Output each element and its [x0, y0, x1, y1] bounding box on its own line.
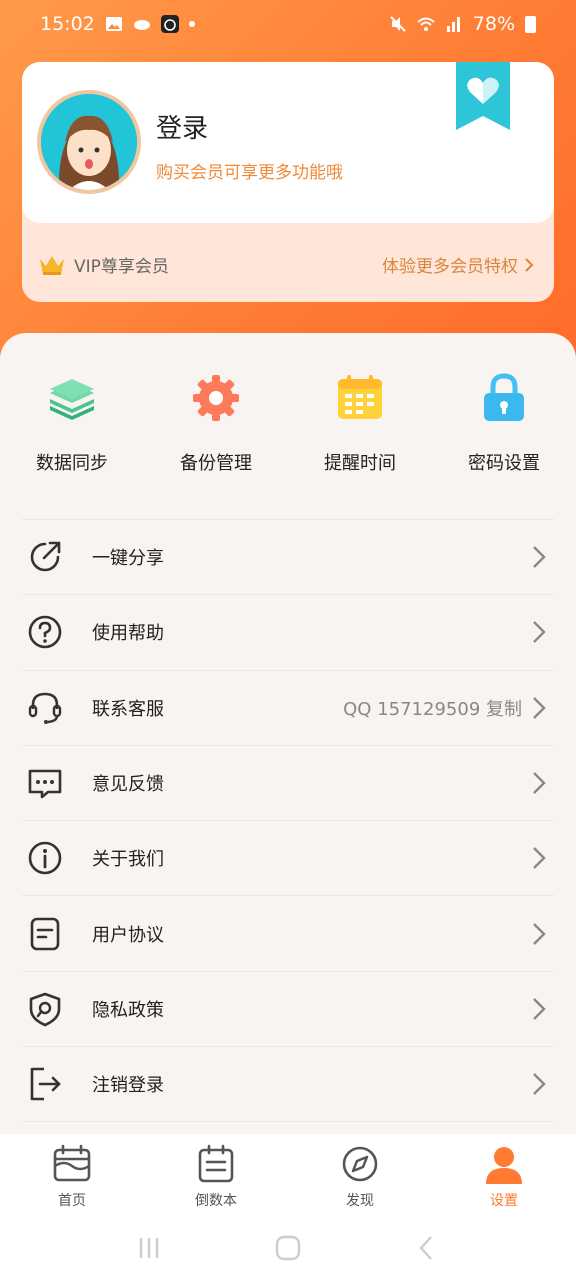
- chevron-right-icon: [533, 621, 546, 644]
- quick-action-reminder[interactable]: 提醒时间: [288, 373, 432, 483]
- menu-item-about[interactable]: 关于我们: [22, 821, 554, 897]
- profile-top[interactable]: 登录 购买会员可享更多功能哦: [22, 62, 554, 223]
- vip-badge: VIP尊享会员: [38, 252, 169, 277]
- menu-item-label: 关于我们: [92, 849, 164, 871]
- mute-icon: [390, 16, 406, 32]
- tab-label: 发现: [346, 1193, 374, 1209]
- help-icon: [28, 616, 62, 649]
- headset-icon: [28, 692, 62, 724]
- calendar-icon: [338, 375, 382, 419]
- chevron-right-icon: [533, 922, 546, 945]
- profile-card[interactable]: 登录 购买会员可享更多功能哦 VIP尊享会员 体验更多会员特权: [22, 62, 554, 302]
- tab-home[interactable]: 首页: [0, 1134, 144, 1216]
- layers-icon: [50, 379, 94, 420]
- status-bar: 15:02 78%: [0, 0, 576, 48]
- tab-countdown[interactable]: 倒数本: [144, 1134, 288, 1216]
- info-icon: [28, 842, 62, 875]
- menu-item-help[interactable]: 使用帮助: [22, 595, 554, 671]
- compass-icon: [342, 1146, 378, 1182]
- recent-apps-icon[interactable]: [134, 1233, 164, 1263]
- login-title[interactable]: 登录: [156, 108, 208, 145]
- quick-action-sync[interactable]: 数据同步: [0, 373, 144, 483]
- tab-label: 首页: [58, 1193, 86, 1209]
- chevron-right-icon: [533, 772, 546, 794]
- gallery-icon: [105, 17, 122, 31]
- login-subtitle: 购买会员可享更多功能哦: [156, 163, 343, 183]
- battery-percent: 78%: [472, 13, 515, 35]
- document-icon: [30, 917, 60, 950]
- heart-bookmark-icon: [456, 62, 510, 130]
- chevron-right-icon: [533, 1073, 546, 1096]
- quick-actions: 数据同步 备份管理 提醒时间 密码设置: [0, 373, 576, 483]
- menu-item-label: 联系客服: [92, 698, 164, 720]
- menu-item-label: 隐私政策: [92, 999, 164, 1021]
- crown-icon: [40, 255, 64, 275]
- tab-discover[interactable]: 发现: [288, 1134, 432, 1216]
- system-nav-bar: [0, 1216, 576, 1280]
- alarm-icon: [160, 15, 179, 33]
- menu-item-label: 一键分享: [92, 548, 164, 570]
- vip-link-label[interactable]: 体验更多会员特权: [382, 252, 518, 277]
- share-icon: [30, 541, 61, 572]
- girl-avatar-icon: [41, 94, 137, 190]
- menu-item-logout[interactable]: 注销登录: [22, 1047, 554, 1123]
- quick-action-label: 数据同步: [36, 453, 108, 474]
- home-button-icon[interactable]: [273, 1233, 303, 1263]
- chevron-right-icon: [533, 847, 546, 870]
- home-calendar-icon: [53, 1144, 91, 1182]
- quick-action-label: 密码设置: [468, 453, 540, 474]
- countdown-book-icon: [198, 1144, 234, 1183]
- chevron-right-icon: [533, 546, 546, 568]
- menu-item-label: 用户协议: [92, 924, 164, 946]
- notification-dot: [188, 21, 195, 27]
- person-icon: [486, 1147, 522, 1184]
- tab-settings[interactable]: 设置: [432, 1134, 576, 1216]
- menu-item-user-agreement[interactable]: 用户协议: [22, 896, 554, 972]
- signal-icon: [446, 17, 460, 32]
- menu-item-label: 意见反馈: [92, 774, 164, 796]
- gear-icon: [193, 375, 239, 421]
- privacy-shield-icon: [29, 992, 61, 1027]
- vip-label: VIP尊享会员: [74, 257, 169, 277]
- quick-action-label: 提醒时间: [324, 453, 396, 474]
- chevron-right-icon: [533, 998, 546, 1020]
- menu-item-label: 使用帮助: [92, 623, 164, 645]
- status-time: 15:02: [40, 13, 95, 35]
- tab-label: 倒数本: [195, 1193, 237, 1209]
- chevron-right-icon: [525, 257, 534, 272]
- lock-icon: [484, 373, 524, 421]
- menu-item-customer-service[interactable]: 联系客服 QQ 157129509 复制: [22, 671, 554, 746]
- logout-icon: [30, 1067, 61, 1101]
- cloud-icon: [133, 20, 150, 30]
- vip-benefits-link[interactable]: 体验更多会员特权: [382, 252, 534, 277]
- menu-item-label: 注销登录: [92, 1075, 164, 1097]
- menu-item-privacy-policy[interactable]: 隐私政策: [22, 972, 554, 1048]
- bottom-tab-bar: 首页 倒数本 发现 设置: [0, 1134, 576, 1216]
- quick-action-backup[interactable]: 备份管理: [144, 373, 288, 483]
- settings-panel: 数据同步 备份管理 提醒时间 密码设置 一键分享 使用帮助 联系客服 QQ 15…: [0, 333, 576, 1133]
- qq-contact-copy[interactable]: QQ 157129509 复制: [343, 695, 522, 721]
- chevron-right-icon: [533, 696, 546, 719]
- feedback-icon: [28, 769, 62, 799]
- avatar[interactable]: [37, 90, 141, 194]
- battery-icon: [525, 15, 536, 33]
- menu-item-feedback[interactable]: 意见反馈: [22, 746, 554, 822]
- back-icon[interactable]: [412, 1233, 442, 1263]
- menu-item-share[interactable]: 一键分享: [22, 520, 554, 596]
- quick-action-password[interactable]: 密码设置: [432, 373, 576, 483]
- tab-label: 设置: [490, 1193, 518, 1209]
- quick-action-label: 备份管理: [180, 453, 252, 474]
- settings-menu: 一键分享 使用帮助 联系客服 QQ 157129509 复制 意见反馈 关于我们…: [22, 519, 554, 1123]
- wifi-icon: [417, 17, 435, 31]
